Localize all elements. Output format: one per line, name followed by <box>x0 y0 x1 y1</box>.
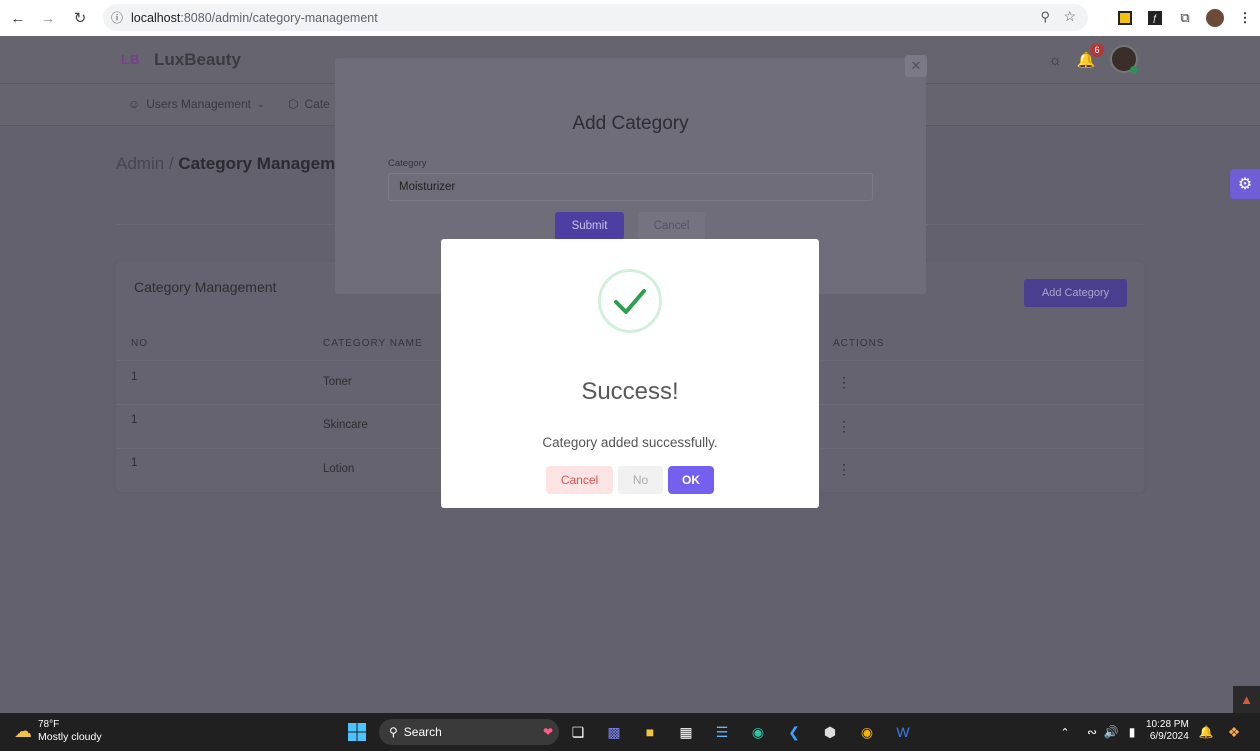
cell-no: 1 <box>131 371 138 383</box>
battery-icon[interactable]: ▮ <box>1120 720 1144 744</box>
clock[interactable]: 10:28 PM 6/9/2024 <box>1146 719 1189 743</box>
breadcrumb-current: Category Manageme <box>178 154 345 173</box>
profile-avatar[interactable] <box>1200 3 1230 33</box>
store-icon[interactable]: ▦ <box>674 720 698 744</box>
extension-icon[interactable]: ƒ <box>1140 3 1170 33</box>
close-icon[interactable]: ✕ <box>905 55 927 77</box>
settings-gear-icon[interactable]: ⚙ <box>1230 169 1260 199</box>
row-actions-icon[interactable]: ⋮ <box>837 374 851 391</box>
weather-condition: Mostly cloudy <box>38 731 102 743</box>
users-icon: ☺ <box>128 97 141 111</box>
dialog-ok-button[interactable]: OK <box>668 466 714 494</box>
edge-icon[interactable]: ◉ <box>746 720 770 744</box>
nav-item-label: Users Management <box>146 97 251 111</box>
submit-button[interactable]: Submit <box>555 212 624 240</box>
notifications-icon[interactable]: 🔔 <box>1194 720 1218 744</box>
chrome-icon[interactable]: ◉ <box>855 720 879 744</box>
flame-icon[interactable]: ▲ <box>1233 686 1260 713</box>
site-info-icon[interactable]: ⓘ <box>111 9 123 26</box>
windows-taskbar: ☁ 78°F Mostly cloudy ⚲ Search ❤ ❏ ▩ ■ ▦ … <box>0 713 1260 751</box>
cell-category-name: Lotion <box>323 463 355 475</box>
breadcrumb: Admin / Category Manageme <box>116 154 345 174</box>
page-content: LB LuxBeauty ☼ 🔔 6 ☺ Users Management ⌄ … <box>0 36 1260 713</box>
dialog-heading: Success! <box>581 378 679 405</box>
extensions-puzzle-icon[interactable]: ⧉ <box>1170 3 1200 33</box>
card-title: Category Management <box>134 279 277 295</box>
windows-start-icon[interactable] <box>345 720 369 744</box>
back-icon[interactable]: ← <box>3 3 33 33</box>
category-input[interactable]: Moisturizer <box>388 173 873 201</box>
app-cube-icon[interactable]: ⬢ <box>818 720 842 744</box>
address-bar[interactable]: ⓘ localhost:8080/admin/category-manageme… <box>103 4 1088 31</box>
cloud-icon: ☁ <box>14 720 32 741</box>
weather-temp: 78°F <box>38 719 60 730</box>
cell-no: 1 <box>131 414 138 426</box>
teams-icon[interactable]: ▩ <box>602 720 626 744</box>
layers-icon: ⬡ <box>288 97 299 111</box>
task-view-icon[interactable]: ❏ <box>566 720 590 744</box>
dialog-no-button[interactable]: No <box>618 466 663 494</box>
browser-menu-icon[interactable]: ⋮ <box>1230 3 1260 33</box>
nav-item-users-management[interactable]: ☺ Users Management ⌄ <box>128 97 265 111</box>
file-explorer-icon[interactable]: ■ <box>638 720 662 744</box>
breadcrumb-root[interactable]: Admin / <box>116 154 174 173</box>
forward-icon[interactable]: → <box>33 3 63 33</box>
word-icon[interactable]: W <box>891 720 915 744</box>
column-header-no: NO <box>131 338 148 349</box>
modal-title: Add Category <box>572 113 689 134</box>
search-icon: ⚲ <box>389 725 398 739</box>
reload-icon[interactable]: ↻ <box>65 3 95 33</box>
notification-badge: 6 <box>1090 43 1104 57</box>
clock-time: 10:28 PM <box>1146 719 1189 730</box>
nav-item-label: Cate <box>304 97 330 111</box>
cell-category-name: Skincare <box>323 419 368 431</box>
category-field-label: Category <box>388 158 427 169</box>
url-text[interactable]: localhost:8080/admin/category-management <box>131 11 378 25</box>
taskbar-search[interactable]: ⚲ Search ❤ <box>379 719 559 745</box>
chevron-up-icon[interactable]: ⌃ <box>1053 720 1077 744</box>
column-header-actions: ACTIONS <box>833 338 885 349</box>
row-actions-icon[interactable]: ⋮ <box>837 418 851 435</box>
vscode-icon[interactable]: ❮ <box>782 720 806 744</box>
extension-icon[interactable] <box>1110 3 1140 33</box>
chevron-down-icon: ⌄ <box>256 98 265 109</box>
nav-item-category[interactable]: ⬡ Cate <box>288 97 330 111</box>
success-check-icon <box>598 269 662 333</box>
online-status-dot <box>1130 66 1138 74</box>
add-category-button[interactable]: Add Category <box>1024 279 1127 307</box>
browser-toolbar: ← → ↻ ⓘ localhost:8080/admin/category-ma… <box>0 0 1260 36</box>
zoom-icon[interactable]: ⚲ <box>1040 9 1050 25</box>
cell-category-name: Toner <box>323 376 352 388</box>
copilot-icon[interactable]: ❖ <box>1222 720 1246 744</box>
cell-no: 1 <box>131 457 138 469</box>
search-label: Search <box>403 725 442 739</box>
cancel-button[interactable]: Cancel <box>638 212 705 240</box>
hearts-icon: ❤ <box>542 725 553 739</box>
success-dialog: Success! Category added successfully. Ca… <box>441 239 819 508</box>
bookmark-star-icon[interactable]: ☆ <box>1063 8 1076 25</box>
column-header-category-name: CATEGORY NAME <box>323 338 423 349</box>
dialog-cancel-button[interactable]: Cancel <box>546 466 613 494</box>
row-actions-icon[interactable]: ⋮ <box>837 461 851 478</box>
weather-widget[interactable]: ☁ 78°F Mostly cloudy <box>14 719 102 743</box>
notepad-icon[interactable]: ☰ <box>710 720 734 744</box>
dialog-message: Category added successfully. <box>542 435 718 450</box>
theme-toggle-icon[interactable]: ☼ <box>1043 48 1067 72</box>
clock-date: 6/9/2024 <box>1149 731 1189 742</box>
brand-name[interactable]: LuxBeauty <box>154 50 241 70</box>
logo-mark[interactable]: LB <box>121 52 140 67</box>
